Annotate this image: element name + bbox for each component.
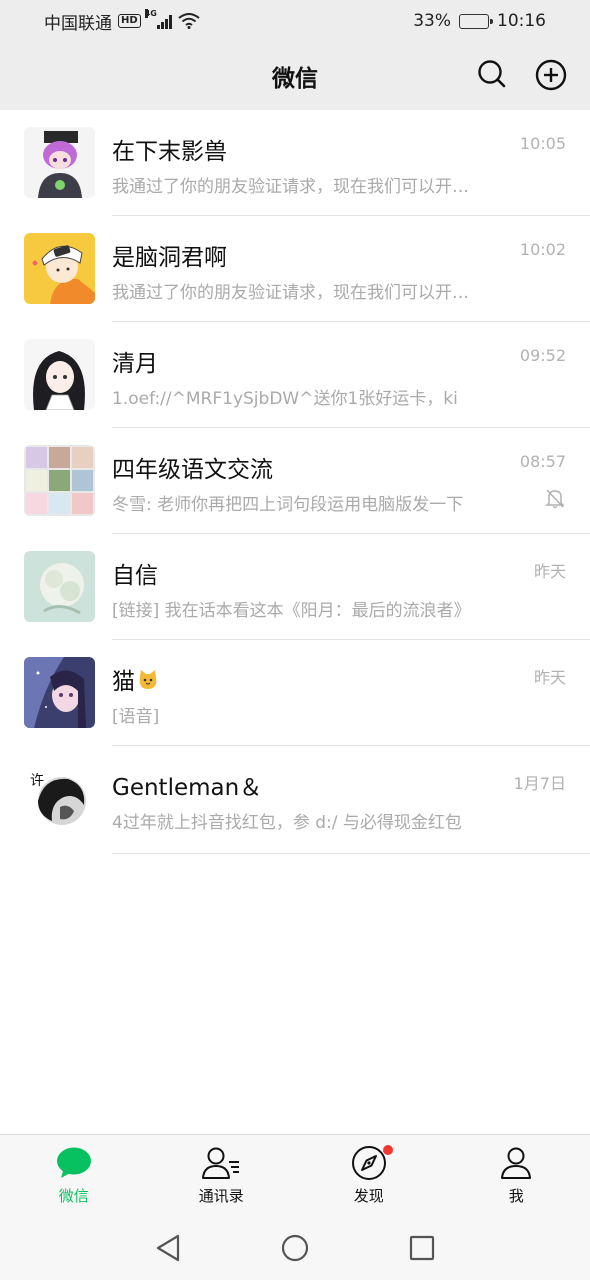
bottom-tab-bar: 微信 通讯录 发现 我: [0, 1134, 590, 1216]
carrier-label: 中国联通: [44, 13, 112, 34]
svg-text:许: 许: [30, 773, 44, 789]
chat-name: 是脑洞君啊: [112, 245, 227, 271]
mute-bell-icon: [545, 489, 565, 509]
system-nav-bar: [0, 1216, 590, 1280]
chat-preview: 冬雪: 老师你再把四上词句段运用电脑版发一下: [112, 495, 464, 515]
tab-discover[interactable]: 发现: [295, 1135, 443, 1216]
clock: 10:16: [497, 11, 546, 31]
avatar: [24, 657, 95, 728]
chat-name: Gentleman＆: [112, 775, 263, 801]
home-icon[interactable]: [280, 1233, 310, 1263]
status-bar: 中国联通 HD 4G 33% 10:16: [0, 0, 590, 42]
network-type-label: 4G: [144, 9, 157, 18]
chat-bubble-icon: [56, 1147, 91, 1178]
avatar: 许: [24, 763, 95, 834]
chat-list: 在下末影兽 10:05 我通过了你的朋友验证请求，现在我们可以开始聊天了 是脑洞…: [0, 110, 590, 854]
avatar: [24, 339, 95, 410]
chat-time: 10:05: [519, 134, 566, 153]
chat-name: 猫: [112, 662, 159, 696]
notification-dot: [382, 1145, 393, 1155]
hd-badge: HD: [118, 14, 141, 28]
chat-time: 10:02: [519, 240, 566, 259]
chat-preview: 我通过了你的朋友验证请求，现在我们可以开始聊天了: [112, 283, 474, 303]
battery-icon: [459, 13, 493, 29]
chat-item-7[interactable]: 许 Gentleman＆ 1月7日 4过年就上抖音找红包，参 d:/ 与必得现金…: [0, 746, 590, 854]
chat-name: 四年级语文交流: [112, 457, 273, 483]
tab-label: 发现: [353, 1187, 384, 1205]
avatar: [24, 127, 95, 198]
chat-item-3[interactable]: 清月 09:52 1.oef://^MRF1ySjbDW^送你1张好运卡，ki: [0, 322, 590, 428]
chat-preview: 我通过了你的朋友验证请求，现在我们可以开始聊天了: [112, 177, 474, 197]
back-icon[interactable]: [154, 1233, 182, 1263]
page-title: 微信: [272, 66, 318, 92]
chat-time: 09:52: [519, 346, 566, 365]
chat-preview: 4过年就上抖音找红包，参 d:/ 与必得现金红包: [112, 813, 462, 833]
chat-time: 昨天: [533, 562, 566, 581]
search-icon[interactable]: [476, 58, 508, 90]
avatar: [24, 551, 95, 622]
cat-emoji-icon: [139, 670, 157, 689]
tab-chats[interactable]: 微信: [0, 1135, 148, 1216]
tab-contacts[interactable]: 通讯录: [148, 1135, 296, 1216]
add-circle-icon[interactable]: [534, 58, 568, 92]
chat-preview: [链接] 我在话本看这本《阳月：最后的流浪者》: [112, 601, 471, 621]
compass-icon: [351, 1146, 386, 1180]
tab-me[interactable]: 我: [443, 1135, 590, 1216]
chat-preview: 1.oef://^MRF1ySjbDW^送你1张好运卡，ki: [112, 389, 458, 409]
chat-name: 在下末影兽: [112, 139, 227, 165]
chat-item-5[interactable]: 自信 昨天 [链接] 我在话本看这本《阳月：最后的流浪者》: [0, 534, 590, 640]
tab-label: 通讯录: [198, 1187, 244, 1205]
tab-label: 我: [508, 1187, 524, 1205]
chat-item-6[interactable]: 猫 昨天 [语音]: [0, 640, 590, 746]
contacts-icon: [202, 1147, 240, 1179]
tab-label: 微信: [58, 1187, 89, 1205]
chat-item-4[interactable]: 四年级语文交流 08:57 冬雪: 老师你再把四上词句段运用电脑版发一下: [0, 428, 590, 534]
chat-name: 清月: [112, 351, 158, 377]
chat-time: 08:57: [519, 452, 566, 471]
chat-name: 自信: [112, 563, 158, 589]
chat-item-2[interactable]: 是脑洞君啊 10:02 我通过了你的朋友验证请求，现在我们可以开始聊天了: [0, 216, 590, 322]
avatar: [24, 445, 95, 516]
chat-preview: [语音]: [112, 707, 160, 727]
person-icon: [501, 1147, 532, 1179]
battery-percent: 33%: [413, 11, 451, 31]
recents-icon[interactable]: [408, 1234, 436, 1262]
wifi-icon: [178, 13, 200, 29]
header-bar: 微信: [0, 42, 590, 110]
chat-time: 昨天: [533, 668, 566, 687]
chat-item-1[interactable]: 在下末影兽 10:05 我通过了你的朋友验证请求，现在我们可以开始聊天了: [0, 110, 590, 216]
chat-time: 1月7日: [513, 774, 566, 793]
avatar: [24, 233, 95, 304]
signal-icon: 4G: [144, 9, 172, 29]
